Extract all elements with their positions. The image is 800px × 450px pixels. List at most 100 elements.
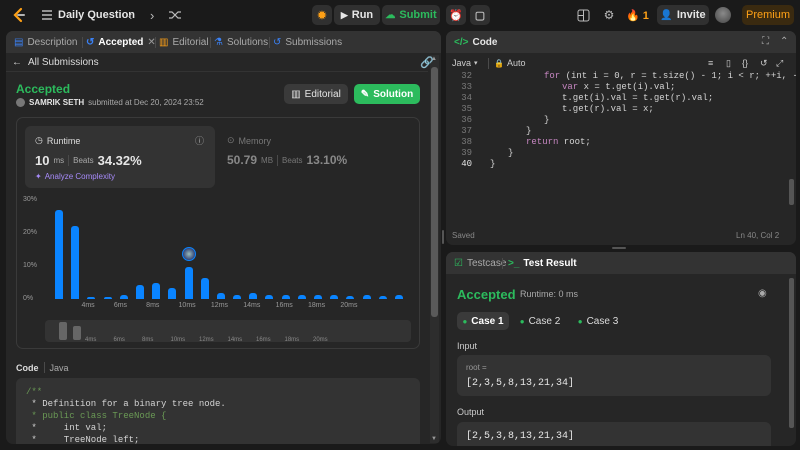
problem-list-icon[interactable] — [40, 8, 54, 22]
share-link-icon[interactable]: 🔗 — [420, 56, 434, 69]
left-tab-bar: ▤ Description ↺ Accepted ✕ ▥ Editorial ⚗… — [6, 31, 441, 53]
tab-submissions[interactable]: ↺ Submissions — [273, 37, 342, 48]
analyze-complexity-link[interactable]: ✦ Analyze Complexity — [35, 172, 115, 181]
tab-description[interactable]: ▤ Description — [14, 37, 77, 48]
code-preview-block[interactable]: /** * Definition for a binary tree node.… — [16, 378, 420, 444]
tab-solutions[interactable]: ⚗ Solutions — [214, 37, 268, 48]
y-tick-label: 20% — [23, 229, 38, 236]
run-button[interactable]: ▶ Run — [334, 5, 380, 25]
tab-accepted[interactable]: ↺ Accepted ✕ — [86, 37, 156, 48]
case-1-tab[interactable]: ● Case 1 — [457, 312, 509, 330]
language-select[interactable]: Java ▾ — [452, 58, 478, 68]
avatar[interactable] — [715, 7, 731, 23]
chart-bar[interactable] — [71, 226, 80, 299]
chart-bar[interactable] — [152, 283, 161, 299]
chart-bar[interactable] — [346, 295, 355, 299]
streak-counter[interactable]: 🔥 1 — [626, 9, 649, 23]
maximize-icon[interactable]: ⛶ — [762, 36, 769, 47]
slider-tick-label: 12ms — [199, 337, 214, 343]
submit-button[interactable]: ☁ Submit — [382, 5, 440, 25]
code-line: 38 return root; — [446, 137, 786, 148]
leetcode-logo-icon[interactable] — [11, 7, 27, 23]
chart-bar[interactable] — [249, 293, 258, 299]
flame-icon: 🔥 — [626, 10, 640, 22]
runtime-card[interactable]: ◷ Runtime ⓘ 10 ms Beats 34.32% ✦ Analyze… — [25, 126, 215, 188]
chart-bar[interactable] — [394, 295, 403, 299]
input-box[interactable]: root = [2,3,5,8,13,21,34] — [457, 355, 771, 396]
vertical-splitter-handle[interactable] — [442, 230, 444, 244]
premium-button[interactable]: Premium — [742, 5, 794, 25]
chart-bar[interactable] — [362, 295, 371, 299]
chart-bar[interactable] — [233, 295, 242, 299]
test-scrollbar-thumb[interactable] — [789, 278, 794, 428]
debug-button[interactable]: ✹ — [312, 5, 332, 25]
settings-gear-icon[interactable]: ⚙ — [600, 6, 618, 24]
reset-icon[interactable]: ↺ — [760, 58, 768, 69]
chart-bar[interactable] — [55, 209, 64, 299]
eye-icon[interactable]: ◉ — [758, 288, 767, 299]
solution-button[interactable]: ✎ Solution — [354, 84, 420, 104]
x-tick-label: 20ms — [340, 302, 358, 309]
chart-bar[interactable] — [168, 288, 177, 299]
collapse-icon[interactable]: ⌃ — [780, 36, 788, 47]
editorial-button[interactable]: ▥ Editorial — [284, 84, 348, 104]
timer-button[interactable]: ⏰ — [446, 5, 466, 25]
all-submissions-link[interactable]: ← All Submissions — [12, 57, 99, 68]
chart-bar[interactable] — [119, 295, 128, 299]
case-2-tab[interactable]: ● Case 2 — [514, 312, 566, 330]
left-scrollbar-thumb[interactable] — [431, 67, 438, 317]
chart-bar[interactable] — [281, 295, 290, 299]
prev-problem-icon[interactable]: ‹ — [128, 8, 132, 23]
daily-question-title[interactable]: Daily Question — [58, 9, 135, 21]
invite-button[interactable]: 👤 Invite — [657, 5, 709, 25]
code-preview-header: Code Java — [16, 362, 69, 373]
chart-bar[interactable] — [200, 278, 209, 299]
chart-bar[interactable] — [330, 295, 339, 299]
chart-bar[interactable] — [216, 293, 225, 299]
sparkle-icon: ✦ — [35, 172, 42, 181]
chart-bar[interactable] — [184, 266, 193, 299]
tab-testcase[interactable]: ☑ Testcase — [454, 258, 506, 269]
book-icon: ▥ — [159, 37, 169, 48]
pass-dot-icon: ● — [462, 316, 468, 326]
format-icon[interactable]: ≡ — [708, 58, 713, 68]
info-icon[interactable]: ⓘ — [195, 134, 204, 147]
chart-bar[interactable] — [297, 295, 306, 299]
chart-bar[interactable] — [103, 297, 112, 299]
chart-bar[interactable] — [378, 295, 387, 299]
chart-bar[interactable] — [265, 295, 274, 299]
output-box[interactable]: [2,5,3,8,13,21,34] — [457, 422, 771, 446]
tab-test-result[interactable]: >_ Test Result — [508, 258, 577, 269]
chart-bar[interactable] — [314, 295, 322, 299]
code-line: 36} — [446, 115, 786, 126]
left-scrollbar-down-icon[interactable]: ▼ — [431, 436, 437, 442]
code-editor-area[interactable]: 32 for (int i = 0, r = t.size() - 1; i < … — [446, 71, 796, 221]
notes-button[interactable]: ▢ — [470, 5, 490, 25]
range-slider[interactable]: 4ms 6ms 8ms 10ms 12ms 14ms 16ms 18ms 20ms — [45, 320, 411, 343]
next-problem-icon[interactable]: › — [150, 8, 154, 23]
top-bar: Daily Question ‹ › ✹ ▶ Run ☁ Submit ⏰ ▢ … — [0, 0, 800, 30]
horizontal-splitter-handle[interactable] — [612, 247, 626, 249]
code-line: 34 t.get(i).val = t.get(r).val; — [446, 93, 786, 104]
auto-mode-toggle[interactable]: 🔒 Auto — [494, 58, 525, 68]
slider-tick-label: 8ms — [142, 337, 154, 343]
output-value: [2,5,3,8,13,21,34] — [466, 431, 575, 442]
memory-card[interactable]: ⊙ Memory 50.79 MB Beats 13.10% — [223, 126, 413, 188]
slider-tick-label: 6ms — [113, 337, 125, 343]
tab-editorial[interactable]: ▥ Editorial — [159, 37, 209, 48]
braces-icon[interactable]: {} — [742, 58, 748, 68]
case-3-tab[interactable]: ● Case 3 — [572, 312, 624, 330]
slider-tick-label: 14ms — [227, 337, 243, 343]
chart-bar[interactable] — [87, 297, 96, 299]
shuffle-icon[interactable] — [168, 8, 182, 22]
layout-icon[interactable] — [574, 6, 592, 24]
bookmark-icon[interactable]: ▯ — [726, 58, 731, 69]
editor-scrollbar-thumb[interactable] — [789, 179, 794, 205]
line-text: } — [544, 115, 550, 125]
left-scrollbar-track[interactable]: ▲ ▼ — [430, 55, 439, 443]
fullscreen-icon[interactable]: ⤢ — [776, 58, 783, 69]
chart-bar[interactable] — [136, 285, 144, 299]
line-text: } — [526, 126, 532, 136]
user-name[interactable]: SAMRIK SETH — [29, 98, 84, 107]
your-submission-marker[interactable] — [181, 246, 196, 261]
